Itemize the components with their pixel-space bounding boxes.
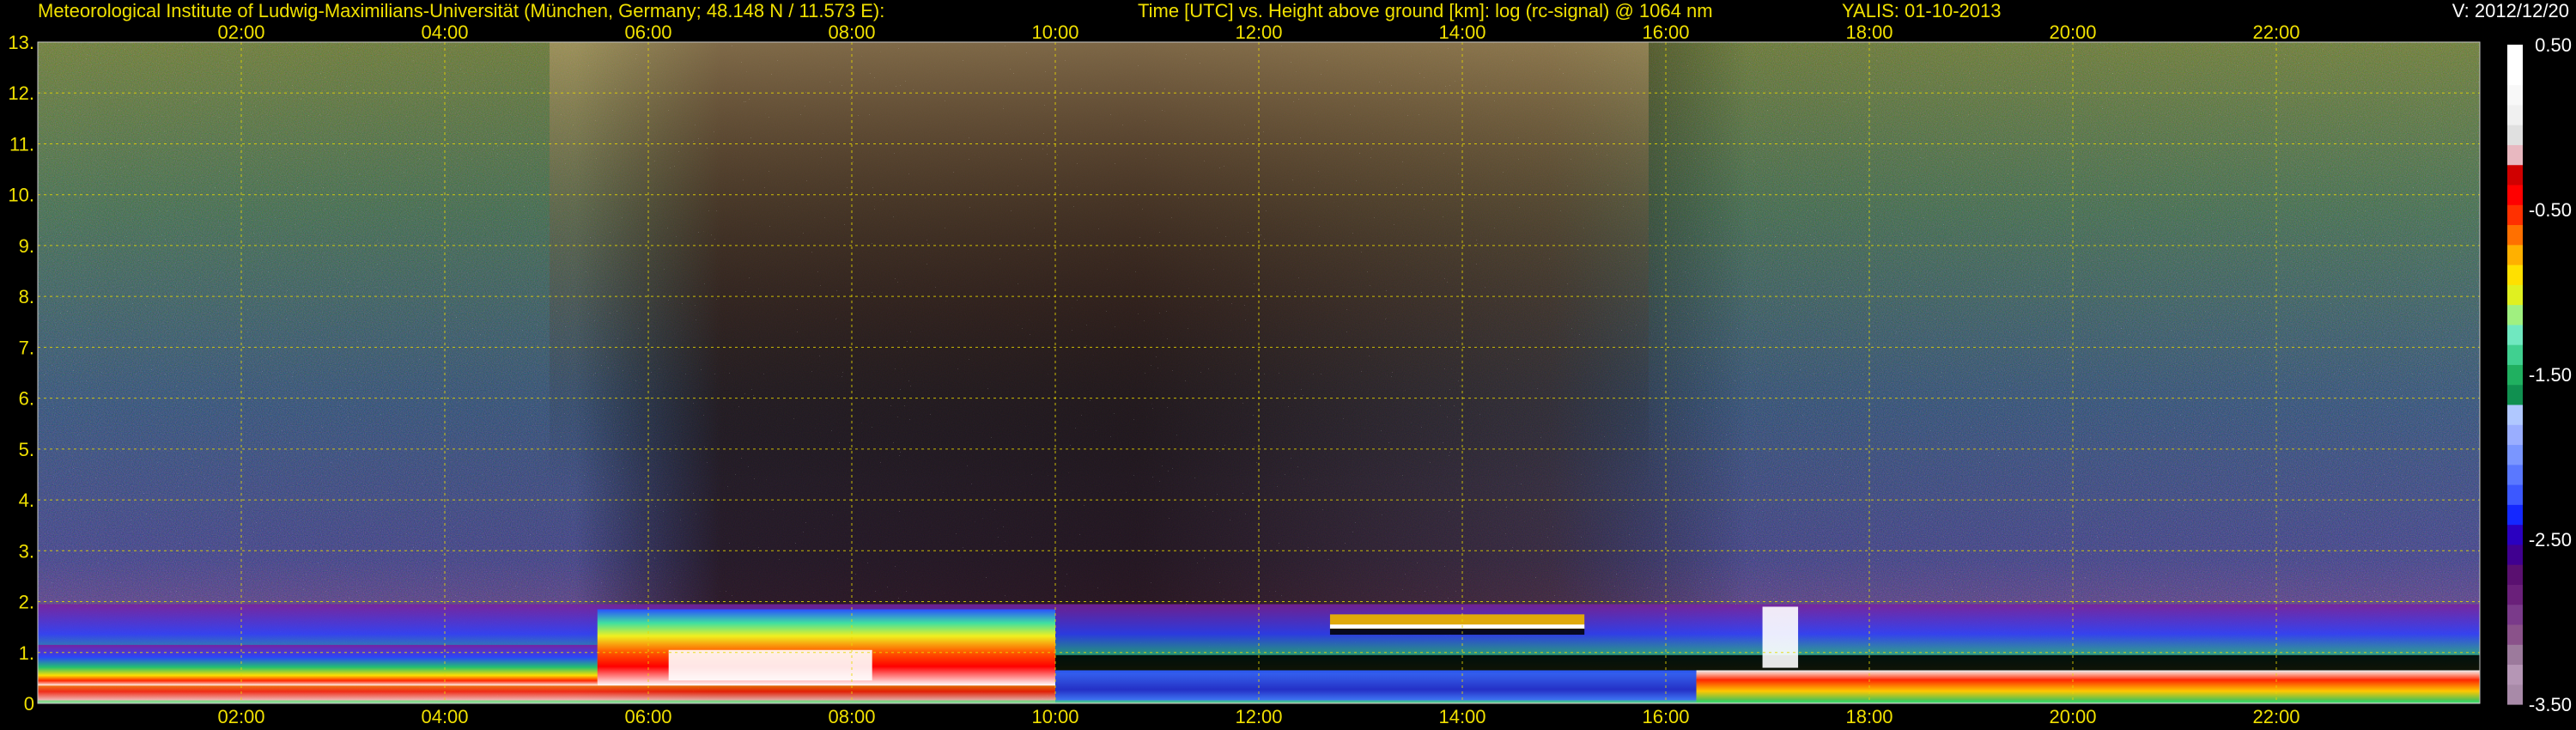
x-axis-ticks-bottom: 02:00 04:00 06:00 08:00 10:00 12:00 14:00 16:00…	[217, 706, 2300, 727]
cloud-column	[1762, 606, 1799, 668]
surface-strip	[38, 700, 2480, 703]
colorbar-segment	[2507, 284, 2523, 306]
x-tick-label-bottom: 16:00	[1642, 706, 1689, 727]
colorbar-segment	[2507, 604, 2523, 625]
colorbar-segment	[2507, 304, 2523, 325]
x-tick-label-top: 14:00	[1438, 21, 1485, 43]
colorbar-segment	[2507, 224, 2523, 246]
x-tick-label-top: 02:00	[217, 21, 264, 43]
colorbar-label: 0.50	[2535, 34, 2572, 56]
y-tick-label: 13.	[8, 32, 34, 53]
x-axis-ticks-top: 02:00 04:00 06:00 08:00 10:00 12:00 14:00 16:00…	[217, 21, 2300, 43]
x-tick-label-top: 20:00	[2049, 21, 2096, 43]
x-tick-label-bottom: 02:00	[217, 706, 264, 727]
y-tick-label: 3.	[19, 540, 34, 562]
colorbar-segment	[2507, 324, 2523, 345]
colorbar-segment	[2507, 64, 2523, 86]
x-tick-label-bottom: 06:00	[624, 706, 671, 727]
daytime-mixed-layer	[1055, 670, 1697, 703]
colorbar-segment	[2507, 484, 2523, 505]
aerosol-layers	[38, 604, 2480, 703]
x-tick-label-top: 12:00	[1235, 21, 1282, 43]
y-tick-label: 10.	[8, 185, 34, 206]
y-tick-label: 2.	[19, 592, 34, 613]
y-tick-label: 1.	[19, 642, 34, 664]
colorbar-segment	[2507, 504, 2523, 526]
colorbar-segment	[2507, 344, 2523, 365]
colorbar-segment	[2507, 644, 2523, 666]
colorbar-segment	[2507, 164, 2523, 186]
y-tick-label: 9.	[19, 235, 34, 257]
evening-surface-layer	[1696, 670, 2480, 703]
x-tick-label-top: 06:00	[624, 21, 671, 43]
x-tick-label-top: 18:00	[1845, 21, 1893, 43]
colorbar-segment	[2507, 364, 2523, 386]
y-tick-label: 0	[24, 693, 34, 715]
x-tick-label-bottom: 14:00	[1438, 706, 1485, 727]
colorbar-segment	[2507, 404, 2523, 425]
colorbar-segment	[2507, 125, 2523, 145]
colorbar-segment	[2507, 45, 2523, 65]
x-tick-label-bottom: 12:00	[1235, 706, 1282, 727]
x-tick-label-bottom: 18:00	[1845, 706, 1893, 727]
y-tick-label: 5.	[19, 439, 34, 460]
x-tick-label-top: 04:00	[421, 21, 468, 43]
colorbar-segment	[2507, 265, 2523, 285]
colorbar-label: -0.50	[2529, 199, 2572, 221]
colorbar-segment	[2507, 424, 2523, 446]
x-tick-label-top: 16:00	[1642, 21, 1689, 43]
lidar-quicklook: Meteorological Institute of Ludwig-Maxim…	[0, 0, 2576, 730]
y-axis-ticks: 0 1. 2. 3. 4. 5. 6. 7. 8. 9. 10. 11. 12. 13.	[8, 32, 34, 715]
colorbar-segment	[2507, 84, 2523, 106]
colorbar-segment	[2507, 384, 2523, 405]
x-tick-label-top: 10:00	[1031, 21, 1078, 43]
colorbar-label: -2.50	[2529, 529, 2572, 551]
colorbar-segment	[2507, 144, 2523, 166]
colorbar-segment	[2507, 464, 2523, 485]
colorbar-segment	[2507, 444, 2523, 465]
y-tick-label: 12.	[8, 82, 34, 104]
cloud-layer-shadow	[1329, 628, 1585, 636]
colorbar	[2507, 45, 2523, 705]
colorbar-label: -1.50	[2529, 364, 2572, 386]
colorbar-segment	[2507, 184, 2523, 205]
cloud-layer-core	[1329, 624, 1585, 629]
colorbar-segment	[2507, 684, 2523, 705]
x-tick-label-top: 08:00	[828, 21, 875, 43]
colorbar-segment	[2507, 564, 2523, 585]
x-tick-label-bottom: 04:00	[421, 706, 468, 727]
x-tick-label-bottom: 22:00	[2252, 706, 2300, 727]
x-tick-label-bottom: 10:00	[1031, 706, 1078, 727]
colorbar-segment	[2507, 524, 2523, 545]
residual-layer-core	[668, 649, 872, 681]
x-tick-label-bottom: 08:00	[828, 706, 875, 727]
y-tick-label: 11.	[9, 133, 34, 155]
colorbar-label: -3.50	[2529, 694, 2572, 715]
y-tick-label: 7.	[19, 337, 34, 358]
x-tick-label-top: 22:00	[2252, 21, 2300, 43]
colorbar-segment	[2507, 104, 2523, 125]
x-tick-label-bottom: 20:00	[2049, 706, 2096, 727]
colorbar-labels: 0.50 -0.50 -1.50 -2.50 -3.50	[2529, 34, 2572, 715]
colorbar-segment	[2507, 584, 2523, 605]
colorbar-segment	[2507, 244, 2523, 265]
y-tick-label: 8.	[19, 286, 34, 307]
night-boundary-layer	[38, 644, 598, 686]
colorbar-segment	[2507, 204, 2523, 226]
colorbar-segment	[2507, 664, 2523, 685]
y-tick-label: 6.	[19, 388, 34, 410]
time-height-heatmap: 0 1. 2. 3. 4. 5. 6. 7. 8. 9. 10. 11. 12. 13. 02:00 04:…	[8, 21, 2572, 727]
y-tick-label: 4.	[19, 490, 34, 511]
colorbar-segment	[2507, 544, 2523, 565]
colorbar-segment	[2507, 624, 2523, 645]
